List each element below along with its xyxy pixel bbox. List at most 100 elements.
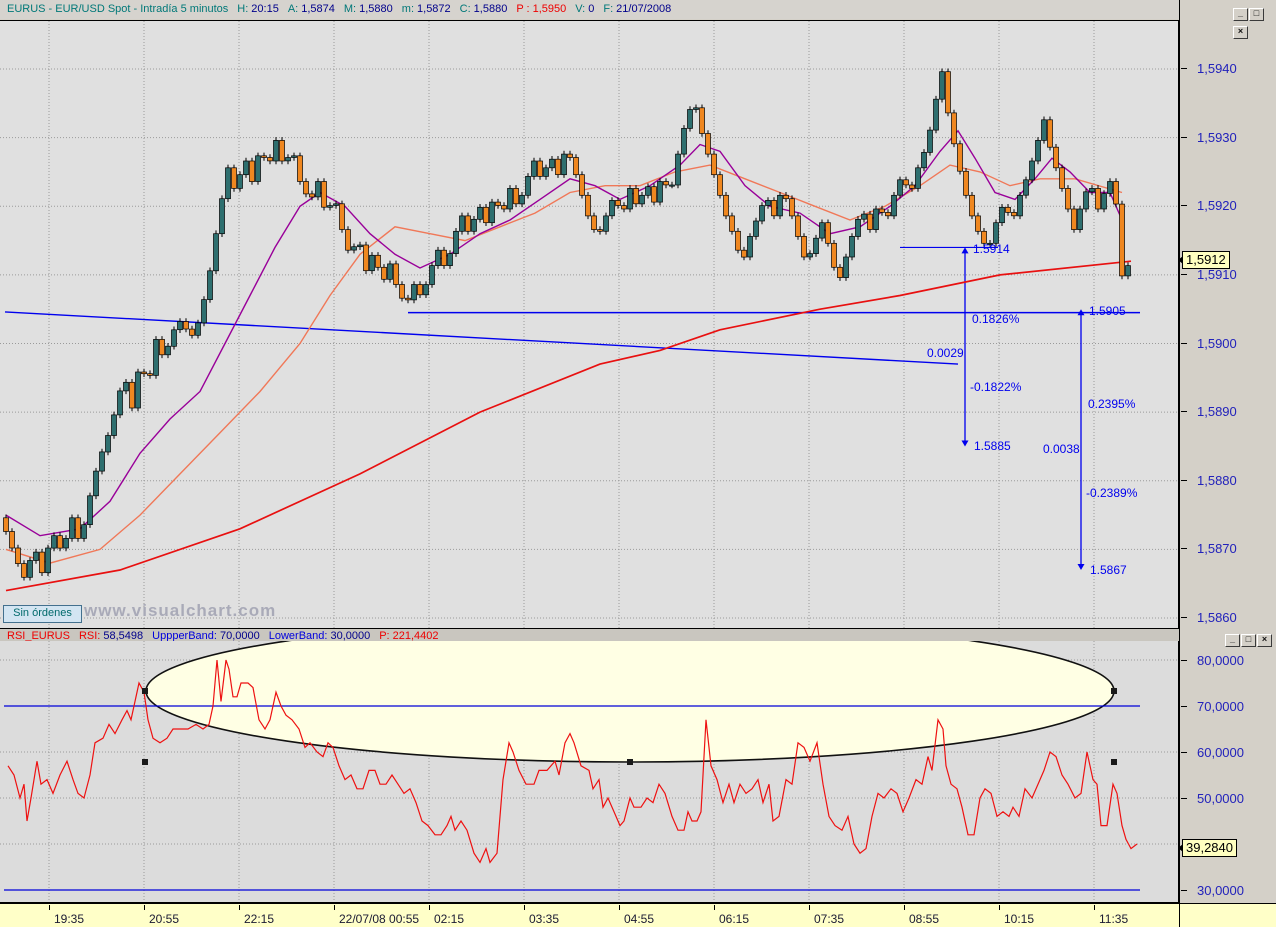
title-segment: 1,5950 [532,3,567,15]
title-segment: 1,5874 [301,3,335,15]
rsi-tag-arrow-icon [1178,844,1183,852]
visualchart-watermark: www.visualchart.com [84,601,277,620]
time-tick [1094,905,1095,910]
rsi-tick [1181,890,1187,891]
time-axis-label: 06:15 [719,912,750,926]
rsi-restore-button[interactable]: □ [1241,634,1256,647]
svg-text:0.0038: 0.0038 [1043,442,1080,456]
time-tick [239,905,240,910]
rsi-panel-header: RSI_EURUS RSI: 58,5498 UppperBand: 70,0000 Lo… [0,628,1276,642]
title-segment: M: [343,3,357,15]
time-axis-label: 03:35 [529,912,560,926]
time-tick [334,905,335,910]
rsi-value: 39,2840 [1186,840,1233,855]
title-segment: F: [603,3,614,15]
price-tick [1181,411,1187,412]
title-segment: 0 [588,3,595,15]
price-chart-canvas[interactable]: 1.5914 0.1826% 0.0029 -0.1822% 1.5885 1.5905 0… [0,20,1179,629]
visual-chart-window: EURUS - EUR/USD Spot - Intradía 5 minuto… [0,0,1276,927]
svg-text:0.1826%: 0.1826% [972,312,1020,326]
time-tick [904,905,905,910]
price-axis-label: 1,5880 [1197,473,1237,488]
title-segment: V: [575,3,586,15]
title-segment: 1,5872 [417,3,451,15]
time-tick [49,905,50,910]
rsi-tick [1181,660,1187,661]
rsi-axis-label: 50,0000 [1197,791,1244,806]
rsi-tick [1181,706,1187,707]
price-axis: 1,5912 39,2840 1,5940 1,5930 1,5920 1,5910 1… [1178,0,1276,903]
time-axis-label: 20:55 [149,912,180,926]
price-tick [1181,205,1187,206]
time-axis-label: 02:15 [434,912,465,926]
time-tick [619,905,620,910]
price-axis-label: 1,5900 [1197,336,1237,351]
title-segment: 1,5880 [473,3,508,15]
rsi-axis-label: 30,0000 [1197,883,1244,898]
rsi-chart-canvas[interactable] [0,641,1179,903]
svg-text:0.2395%: 0.2395% [1088,397,1136,411]
price-window-controls: _ □× [1232,3,1276,39]
price-tick [1181,68,1187,69]
rsi-tick [1181,752,1187,753]
restore-button[interactable]: □ [1249,8,1264,21]
price-tick [1181,274,1187,275]
time-tick [524,905,525,910]
price-axis-label: 1,5890 [1197,404,1237,419]
last-price-tag: 1,5912 [1178,251,1230,269]
title-segment: m: [401,3,415,15]
rsi-value-tag: 39,2840 [1178,839,1237,857]
price-axis-label: 1,5930 [1197,130,1237,145]
time-tick [999,905,1000,910]
no-orders-badge: Sin órdenes [3,605,82,623]
time-axis-label: 11:35 [1099,912,1129,926]
time-axis-label: 22:15 [244,912,275,926]
rsi-axis-label: 70,0000 [1197,699,1244,714]
price-axis-label: 1,5860 [1197,610,1237,625]
svg-text:-0.1822%: -0.1822% [970,380,1022,394]
price-panel-header: EURUS - EUR/USD Spot - Intradía 5 minuto… [0,0,1276,19]
price-tick [1181,480,1187,481]
price-axis-label: 1,5910 [1197,267,1237,282]
time-tick [144,905,145,910]
rsi-axis-label: 60,0000 [1197,745,1244,760]
title-segment: 1,5880 [359,3,393,15]
svg-text:0.0029: 0.0029 [927,346,964,360]
price-tag-arrow-icon [1178,256,1183,264]
title-segment: 21/07/2008 [616,3,672,15]
rsi-window-controls: _ □ × [1224,629,1272,647]
title-segment: H: [237,3,249,15]
svg-text:1.5914: 1.5914 [973,242,1010,256]
time-axis-label: 04:55 [624,912,655,926]
price-tick [1181,548,1187,549]
rsi-tick [1181,798,1187,799]
time-axis-label: 07:35 [814,912,845,926]
time-axis-label: 22/07/08 00:55 [339,912,420,926]
svg-text:1.5867: 1.5867 [1090,563,1127,577]
price-tick [1181,617,1187,618]
svg-text:-0.2389%: -0.2389% [1086,486,1138,500]
price-axis-label: 1,5870 [1197,541,1237,556]
time-axis-label: 08:55 [909,912,940,926]
title-segment: A: [287,3,299,15]
title-segment: 20:15 [251,3,279,15]
rsi-minimize-button[interactable]: _ [1225,634,1240,647]
title-segment: EURUS - EUR/USD Spot - Intradía 5 minuto… [7,3,229,15]
price-tick [1181,137,1187,138]
svg-text:1.5905: 1.5905 [1089,304,1126,318]
price-tick [1181,343,1187,344]
price-panel-title: EURUS - EUR/USD Spot - Intradía 5 minuto… [7,3,680,15]
title-segment: C: [459,3,471,15]
close-button[interactable]: × [1233,26,1248,39]
price-axis-label: 1,5920 [1197,198,1237,213]
rsi-axis-label: 80,0000 [1197,653,1244,668]
time-tick [429,905,430,910]
time-axis-label: 19:35 [54,912,85,926]
last-price-value: 1,5912 [1186,252,1226,267]
time-axis: 19:35 20:55 22:15 22/07/08 00:55 02:15 03:35 0… [0,903,1276,927]
price-axis-label: 1,5940 [1197,61,1237,76]
time-axis-label: 10:15 [1004,912,1035,926]
axis-divider [1179,904,1180,927]
minimize-button[interactable]: _ [1233,8,1248,21]
rsi-close-button[interactable]: × [1257,634,1272,647]
